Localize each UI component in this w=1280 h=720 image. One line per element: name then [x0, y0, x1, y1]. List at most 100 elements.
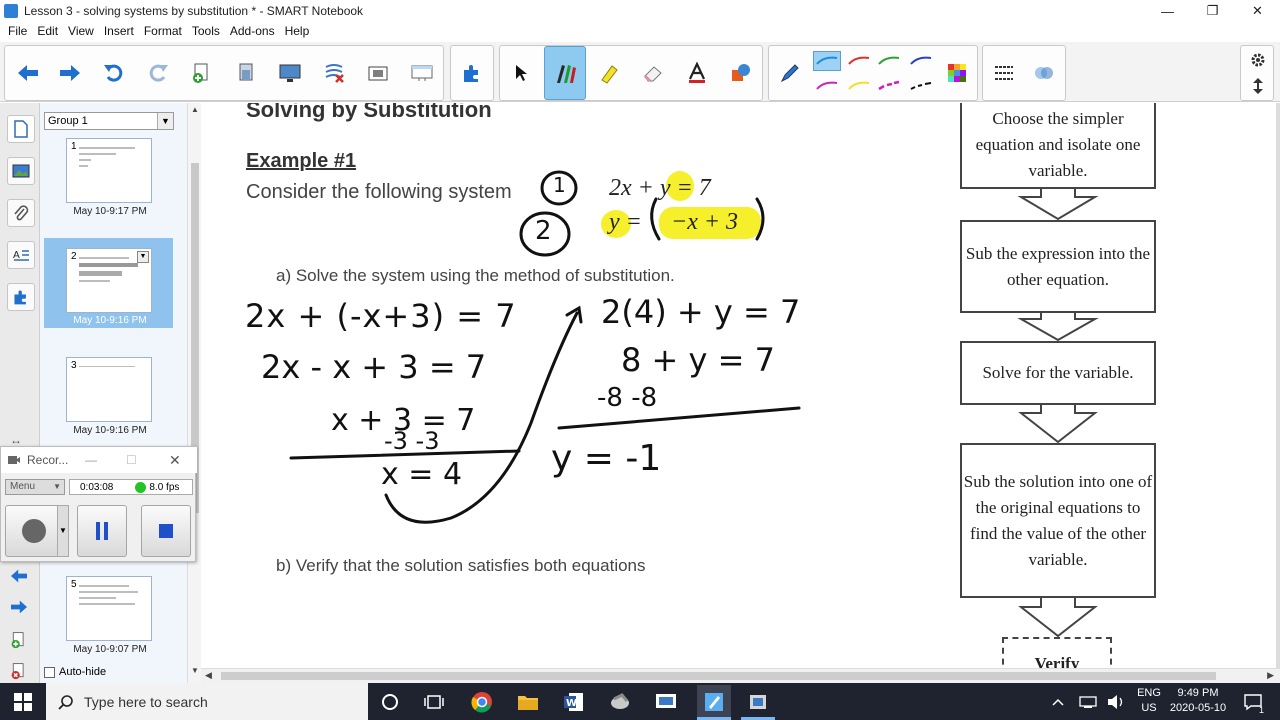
recorder-minimize-button[interactable]: — — [85, 453, 97, 467]
chevron-down-icon[interactable]: ▼ — [157, 113, 173, 129]
record-options-icon[interactable]: ▼ — [57, 505, 69, 557]
language-indicator[interactable]: ENG US — [1134, 687, 1164, 714]
page-menu-icon[interactable]: ▼ — [137, 251, 149, 263]
windows-start-icon[interactable] — [10, 689, 36, 715]
task-view-icon[interactable] — [421, 689, 447, 715]
scroll-right-icon[interactable]: ▶ — [1267, 670, 1274, 681]
eraser-icon[interactable] — [636, 56, 670, 90]
redo-icon[interactable] — [141, 56, 175, 90]
canvas-vertical-scrollbar[interactable] — [1276, 103, 1280, 668]
select-icon[interactable] — [504, 56, 538, 90]
menu-file[interactable]: File — [3, 24, 32, 38]
clock[interactable]: 9:49 PM 2020-05-10 — [1166, 687, 1230, 714]
gallery-tab[interactable] — [7, 157, 35, 185]
stop-button[interactable] — [141, 505, 191, 557]
table-icon[interactable] — [405, 56, 439, 90]
undo-icon[interactable] — [97, 56, 131, 90]
transparency-icon[interactable] — [1027, 56, 1061, 90]
scroll-up-icon[interactable]: ▲ — [191, 105, 199, 114]
pen-color-7[interactable] — [875, 76, 903, 96]
network-icon[interactable] — [1075, 689, 1101, 715]
minimize-button[interactable]: — — [1145, 0, 1190, 22]
app-icon-presentation[interactable] — [653, 689, 679, 715]
text-icon[interactable] — [680, 56, 714, 90]
attachments-tab[interactable] — [7, 199, 35, 227]
settings-icon[interactable] — [1241, 48, 1275, 72]
menu-format[interactable]: Format — [139, 24, 187, 38]
add-page-icon[interactable] — [185, 56, 219, 90]
fill-color-icon[interactable] — [941, 56, 973, 90]
previous-page-icon[interactable] — [7, 566, 31, 586]
app-icon-ink[interactable] — [607, 689, 633, 715]
close-button[interactable]: ✕ — [1235, 0, 1280, 22]
pen-color-8[interactable] — [907, 76, 935, 96]
highlighter-icon[interactable] — [592, 56, 626, 90]
capture-icon[interactable] — [361, 56, 395, 90]
menu-help[interactable]: Help — [280, 24, 315, 38]
menu-edit[interactable]: Edit — [32, 24, 63, 38]
pen-color-4[interactable] — [907, 51, 935, 71]
page-thumbnail-1[interactable]: 1 — [66, 138, 152, 203]
scroll-thumb[interactable] — [221, 672, 1216, 680]
clear-ink-icon[interactable] — [317, 56, 351, 90]
pause-button[interactable] — [77, 505, 127, 557]
volume-icon[interactable] — [1103, 689, 1129, 715]
recorder-titlebar[interactable]: Recor... — ☐ ✕ — [1, 447, 197, 473]
menu-tools[interactable]: Tools — [187, 24, 225, 38]
group-select[interactable]: Group 1 ▼ — [44, 112, 174, 130]
pen-color-5[interactable] — [813, 76, 841, 96]
menu-insert[interactable]: Insert — [99, 24, 139, 38]
whiteboard-canvas[interactable]: Solving by Substitution Example #1 Consi… — [201, 103, 1276, 668]
pens-icon[interactable] — [544, 46, 586, 100]
scroll-left-icon[interactable]: ◀ — [205, 670, 212, 681]
delete-page-small-icon[interactable] — [7, 661, 31, 681]
properties-tab[interactable]: A — [7, 241, 35, 269]
pen-color-3[interactable] — [875, 51, 903, 71]
file-explorer-icon[interactable] — [515, 689, 541, 715]
page-sorter-tab[interactable] — [7, 115, 35, 143]
sorter-scrollbar[interactable]: ▲ ▼ — [187, 103, 201, 683]
next-page-icon[interactable] — [7, 597, 31, 617]
back-icon[interactable] — [11, 56, 45, 90]
pen-style-icon[interactable] — [773, 56, 807, 90]
notifications-icon[interactable]: 1 — [1240, 689, 1266, 715]
smart-notebook-taskbar-icon[interactable] — [697, 685, 731, 719]
taskbar-search-box[interactable]: Type here to search — [46, 683, 368, 720]
move-toolbar-icon[interactable] — [1241, 74, 1275, 98]
app-icon-recorder[interactable] — [745, 689, 771, 715]
delete-page-icon[interactable] — [229, 56, 263, 90]
chrome-icon[interactable] — [469, 689, 495, 715]
clock-time: 9:49 PM — [1177, 687, 1219, 699]
page-thumbnail-5[interactable]: 5 — [66, 576, 152, 641]
forward-icon[interactable] — [53, 56, 87, 90]
recorder-close-button[interactable]: ✕ — [169, 452, 181, 469]
menu-add-ons[interactable]: Add-ons — [225, 24, 280, 38]
toolbar-group-tools — [499, 45, 763, 101]
line-style-icon[interactable] — [987, 56, 1021, 90]
shapes-icon[interactable] — [724, 56, 758, 90]
chevron-down-icon: ▼ — [53, 482, 61, 491]
pen-color-2[interactable] — [845, 51, 873, 71]
restore-button[interactable]: ❐ — [1190, 0, 1235, 22]
checkbox-box[interactable] — [44, 666, 55, 678]
word-icon[interactable]: W — [561, 689, 587, 715]
add-page-small-icon[interactable] — [7, 630, 31, 650]
recorder-maximize-button[interactable]: ☐ — [126, 453, 137, 467]
menu-view[interactable]: View — [63, 24, 99, 38]
pen-color-1[interactable] — [813, 51, 841, 71]
screen-shade-icon[interactable] — [273, 56, 307, 90]
cortana-icon[interactable] — [377, 689, 403, 715]
resize-sidebar-icon[interactable]: ↔ — [10, 433, 22, 447]
recorder-menu-button[interactable]: Menu ▼ — [5, 479, 65, 495]
canvas-horizontal-scrollbar[interactable]: ◀ ▶ — [201, 668, 1280, 683]
pen-color-6[interactable] — [845, 76, 873, 96]
page-thumbnail-3[interactable]: 3 — [66, 357, 152, 422]
auto-hide-checkbox[interactable]: Auto-hide — [44, 666, 106, 678]
record-button[interactable] — [5, 505, 63, 557]
page-thumbnail-2[interactable]: 2 ▼ — [66, 248, 152, 313]
add-ons-icon[interactable] — [455, 56, 489, 90]
show-hidden-icons-icon[interactable] — [1045, 689, 1071, 715]
add-ons-tab[interactable] — [7, 283, 35, 311]
scroll-down-icon[interactable]: ▼ — [191, 666, 199, 675]
recorder-window[interactable]: Recor... — ☐ ✕ Menu ▼ 0:03:08 8.0 fps ▼ — [0, 446, 197, 562]
